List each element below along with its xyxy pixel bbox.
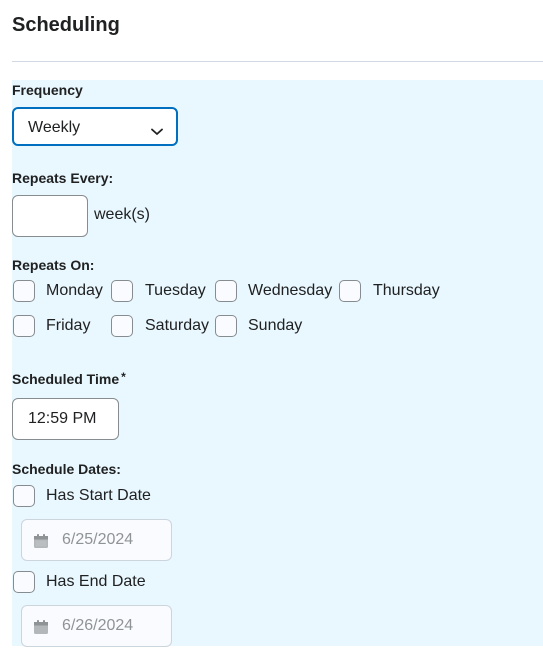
has-end-date-label[interactable]: Has End Date	[46, 573, 146, 591]
scheduled-time-value: 12:59 PM	[28, 410, 97, 427]
has-start-date-label[interactable]: Has Start Date	[46, 487, 151, 505]
calendar-icon	[33, 533, 49, 554]
day-checkbox-friday[interactable]	[13, 315, 35, 337]
repeats-on-label: Repeats On:	[12, 257, 95, 273]
has-start-date-checkbox[interactable]	[13, 485, 35, 507]
start-date-value: 6/25/2024	[62, 531, 134, 548]
chevron-down-icon	[151, 123, 163, 141]
has-end-date-checkbox[interactable]	[13, 571, 35, 593]
day-label-wednesday[interactable]: Wednesday	[248, 282, 332, 300]
day-checkbox-thursday[interactable]	[339, 280, 361, 302]
scheduled-time-input[interactable]: 12:59 PM	[12, 398, 119, 440]
repeats-every-unit: week(s)	[94, 206, 151, 223]
day-checkbox-wednesday[interactable]	[215, 280, 237, 302]
scheduled-time-label-text: Scheduled Time	[12, 371, 120, 387]
scheduling-panel	[12, 80, 543, 646]
day-checkbox-monday[interactable]	[13, 280, 35, 302]
repeats-every-input[interactable]	[12, 195, 88, 237]
day-label-friday[interactable]: Friday	[46, 317, 90, 335]
repeats-every-label: Repeats Every:	[12, 170, 114, 186]
day-label-thursday[interactable]: Thursday	[373, 282, 440, 300]
end-date-input: 6/26/2024	[21, 605, 172, 647]
start-date-input: 6/25/2024	[21, 519, 172, 561]
schedule-dates-label: Schedule Dates:	[12, 461, 121, 477]
page-title: Scheduling	[12, 14, 120, 36]
day-label-monday[interactable]: Monday	[46, 282, 103, 300]
day-label-sunday[interactable]: Sunday	[248, 317, 302, 335]
frequency-select-value: Weekly	[28, 119, 81, 136]
day-checkbox-tuesday[interactable]	[111, 280, 133, 302]
day-label-saturday[interactable]: Saturday	[145, 317, 209, 335]
day-checkbox-saturday[interactable]	[111, 315, 133, 337]
end-date-value: 6/26/2024	[62, 617, 134, 634]
calendar-icon	[33, 619, 49, 640]
frequency-label: Frequency	[12, 82, 83, 98]
divider	[12, 61, 543, 62]
day-checkbox-sunday[interactable]	[215, 315, 237, 337]
required-marker: *	[121, 370, 126, 384]
scheduled-time-label: Scheduled Time *	[12, 370, 126, 387]
day-label-tuesday[interactable]: Tuesday	[145, 282, 206, 300]
frequency-select[interactable]: Weekly	[12, 107, 178, 146]
